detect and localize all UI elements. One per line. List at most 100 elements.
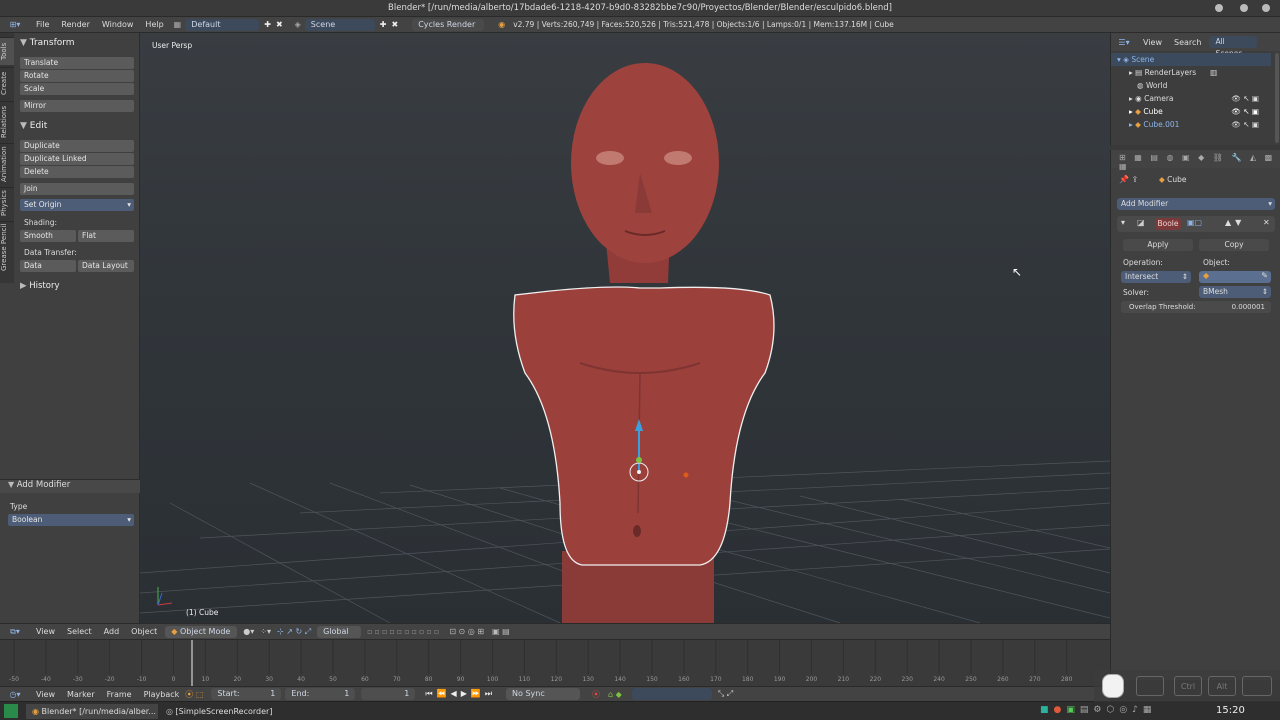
outliner-row-cube-001[interactable]: ▸ ◆ Cube.001 👁 ↖ ▣: [1111, 118, 1271, 131]
add-modifier-select[interactable]: Add Modifier ▾: [1117, 198, 1275, 210]
tab-animation[interactable]: Animation: [0, 143, 14, 185]
tl-menu-view[interactable]: View: [30, 690, 61, 699]
eyedropper-icon[interactable]: ✎: [1261, 271, 1268, 280]
translate-button[interactable]: Translate: [20, 57, 134, 69]
taskbar-item-blender[interactable]: ◉ Blender* [/run/media/alber...: [26, 704, 158, 719]
menu-add[interactable]: Add: [98, 627, 126, 636]
record-icon[interactable]: ⦿: [592, 689, 600, 700]
menu-window[interactable]: Window: [96, 17, 140, 33]
outliner-filter-select[interactable]: All Scenes: [1209, 36, 1258, 58]
smooth-button[interactable]: Smooth: [20, 230, 76, 242]
close-window-button[interactable]: [1262, 4, 1270, 12]
property-tab-icons[interactable]: ⊞ ▦ ▤ ◍ ▣ ◆ ⛓ 🔧 ◭ ▩ ▦: [1119, 153, 1280, 171]
tab-grease-pencil[interactable]: Grease Pencil: [0, 221, 14, 273]
pivot-icon[interactable]: ⁘▾: [260, 627, 271, 636]
tab-relations[interactable]: Relations: [0, 101, 14, 141]
operator-panel-header[interactable]: ▼ Add Modifier: [0, 479, 140, 493]
outliner-row-camera[interactable]: ▸ ◉ Camera 👁 ↖ ▣: [1111, 92, 1271, 105]
editor-type-icon[interactable]: ⊞▾: [0, 20, 30, 29]
3d-viewport[interactable]: User Persp (1) Cube ↖: [140, 33, 1110, 623]
add-scene-icon[interactable]: ✚: [380, 20, 387, 29]
editor-type-icon[interactable]: ☰▾: [1111, 38, 1137, 47]
screen-layout-select[interactable]: Default: [185, 18, 260, 31]
outliner-menu-search[interactable]: Search: [1168, 38, 1207, 47]
data-layout-button[interactable]: Data Layout: [78, 260, 134, 272]
add-layout-icon[interactable]: ✚: [264, 20, 271, 29]
menu-object[interactable]: Object: [125, 627, 163, 636]
sculpted-bust[interactable]: [513, 63, 775, 623]
keying-set-select[interactable]: [631, 688, 712, 700]
menu-help[interactable]: Help: [139, 17, 169, 33]
solver-select[interactable]: BMesh ⇕: [1199, 286, 1271, 298]
remove-layout-icon[interactable]: ✖: [276, 20, 283, 29]
duplicate-button[interactable]: Duplicate: [20, 140, 134, 152]
orientation-select[interactable]: Global: [317, 625, 362, 638]
delete-button[interactable]: Delete: [20, 166, 134, 178]
playback-controls[interactable]: ⏮⏪◀▶⏩⏭: [425, 689, 496, 699]
preview-range-icon[interactable]: ⦿ ⬚: [185, 689, 203, 700]
properties-tabs[interactable]: ⊞ ▦ ▤ ◍ ▣ ◆ ⛓ 🔧 ◭ ▩ ▦: [1111, 150, 1280, 171]
collapse-icon[interactable]: ▾: [1121, 218, 1125, 227]
visibility-icons[interactable]: 👁 ↖ ▣: [1231, 105, 1259, 118]
tab-tools[interactable]: Tools: [0, 37, 14, 65]
end-frame-field[interactable]: End: 1: [285, 688, 356, 700]
timeline[interactable]: -50 -40 -30 -20 -10 0 10 20 30 40 50 60 70 80 90 100 110…: [0, 639, 1110, 687]
editor-type-icon[interactable]: ⧉▾: [0, 627, 30, 637]
copy-button[interactable]: Copy: [1199, 239, 1269, 251]
manipulator-icons[interactable]: ⊹ ↗ ↻ ⤢: [277, 627, 311, 637]
start-frame-field[interactable]: Start: 1: [211, 688, 282, 700]
overlap-threshold-field[interactable]: Overlap Threshold: 0.000001: [1121, 301, 1271, 313]
outliner-row-world[interactable]: ◍ World: [1111, 79, 1271, 92]
rotate-button[interactable]: Rotate: [20, 70, 134, 82]
menu-select[interactable]: Select: [61, 627, 98, 636]
tl-menu-marker[interactable]: Marker: [61, 690, 101, 699]
start-menu-icon[interactable]: [4, 704, 18, 718]
menu-render[interactable]: Render: [55, 17, 95, 33]
layer-buttons[interactable]: ▫▫▫▫▫▫▫▫▫▫: [367, 627, 441, 636]
tray-icons[interactable]: ■●▣▤⚙⬡◎♪▦: [1040, 705, 1156, 715]
tl-menu-frame[interactable]: Frame: [101, 690, 138, 699]
menu-file[interactable]: File: [30, 17, 55, 33]
outliner-row-scene[interactable]: ▾ ◈ Scene: [1111, 53, 1271, 66]
visibility-icons[interactable]: 👁 ↖ ▣: [1231, 118, 1259, 131]
set-origin-select[interactable]: Set Origin ▾: [20, 199, 134, 211]
scene-select[interactable]: Scene: [304, 18, 375, 31]
visibility-icons[interactable]: 👁 ↖ ▣: [1231, 92, 1259, 105]
shading-icon[interactable]: ●▾: [243, 627, 254, 636]
duplicate-linked-button[interactable]: Duplicate Linked: [20, 153, 134, 165]
join-button[interactable]: Join: [20, 183, 134, 195]
tl-menu-playback[interactable]: Playback: [138, 690, 186, 699]
menu-view[interactable]: View: [30, 627, 61, 636]
transform-panel-header[interactable]: ▼ Transform: [20, 36, 75, 50]
keying-icons[interactable]: ⌂ ◆: [608, 690, 622, 699]
mirror-button[interactable]: Mirror: [20, 100, 134, 112]
render-preview-icons[interactable]: ▣ ▤: [492, 627, 510, 636]
outliner-scrollbar[interactable]: [1275, 53, 1279, 143]
scale-button[interactable]: Scale: [20, 83, 134, 95]
tab-create[interactable]: Create: [0, 67, 14, 99]
edit-panel-header[interactable]: ▼ Edit: [20, 119, 47, 133]
current-frame-field[interactable]: 1: [361, 688, 416, 700]
object-picker-field[interactable]: ◆ ✎: [1199, 271, 1271, 283]
remove-scene-icon[interactable]: ✖: [392, 20, 399, 29]
flat-button[interactable]: Flat: [78, 230, 134, 242]
mode-select[interactable]: ◆ Object Mode: [165, 625, 238, 638]
outliner-row-renderlayers[interactable]: ▸ ▤ RenderLayers ▥: [1111, 66, 1271, 79]
data-button[interactable]: Data: [20, 260, 76, 272]
modifier-type-select[interactable]: Boolean ▾: [8, 514, 134, 526]
operation-select[interactable]: Intersect ⇕: [1121, 271, 1191, 283]
modifier-name-field[interactable]: Boole: [1155, 218, 1181, 230]
outliner-menu-view[interactable]: View: [1137, 38, 1168, 47]
display-toggle-icons[interactable]: ▣▢: [1187, 218, 1202, 227]
pin-icon[interactable]: 📌 ⇪: [1119, 175, 1138, 184]
taskbar-item-recorder[interactable]: ◎ [SimpleScreenRecorder]: [162, 704, 282, 719]
editor-type-icon[interactable]: ◷▾: [0, 690, 30, 699]
keyframe-icons[interactable]: ⤡ ⤢: [718, 689, 733, 699]
tab-physics[interactable]: Physics: [0, 187, 14, 219]
maximize-button[interactable]: [1240, 4, 1248, 12]
outliner-row-cube[interactable]: ▸ ◆ Cube 👁 ↖ ▣: [1111, 105, 1271, 118]
history-panel-header[interactable]: ▶ History: [20, 279, 60, 293]
move-up-down-icons[interactable]: ▲▼: [1225, 218, 1245, 227]
render-engine-select[interactable]: Cycles Render: [412, 18, 485, 31]
sync-select[interactable]: No Sync: [506, 688, 581, 700]
